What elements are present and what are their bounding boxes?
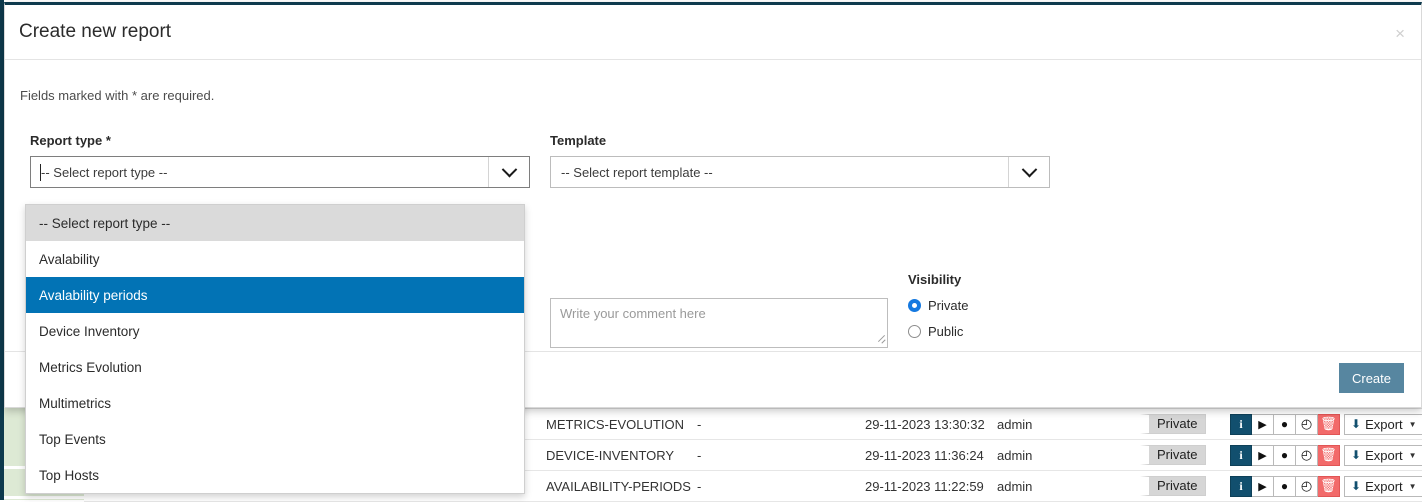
report-template-cell: -: [697, 447, 702, 463]
delete-icon-button[interactable]: 🗑: [1318, 413, 1340, 435]
report-user-cell: admin: [997, 447, 1033, 463]
schedule-icon-button[interactable]: ◴: [1296, 444, 1318, 466]
run-icon-button[interactable]: ▶: [1252, 444, 1274, 466]
dropdown-option-avalability-periods[interactable]: Avalability periods: [26, 277, 524, 313]
info-icon-button[interactable]: i: [1230, 444, 1252, 466]
dropdown-option-top-events[interactable]: Top Events: [26, 421, 524, 457]
report-type-dropdown-list: -- Select report type -- Avalability Ava…: [25, 204, 525, 494]
template-select[interactable]: -- Select report template --: [550, 156, 1050, 188]
required-fields-note: Fields marked with * are required.: [20, 88, 215, 103]
visibility-badge-label: Private: [1140, 414, 1207, 434]
visibility-badge: Private: [1140, 414, 1207, 434]
close-icon[interactable]: ×: [1395, 25, 1405, 42]
export-label: Export: [1365, 447, 1403, 463]
report-type-cell: AVAILABILITY-PERIODS: [546, 478, 691, 494]
row-actions: i ▶ ● ◴ 🗑 ⬇ Export ▼: [1230, 444, 1422, 466]
row-actions: i ▶ ● ◴ 🗑 ⬇ Export ▼: [1230, 413, 1422, 435]
report-date-cell: 29-11-2023 11:22:59: [865, 478, 984, 494]
dropdown-option-placeholder[interactable]: -- Select report type --: [26, 205, 524, 241]
run-icon-button[interactable]: ▶: [1252, 475, 1274, 497]
report-type-value: -- Select report type --: [41, 164, 168, 180]
schedule-icon-button[interactable]: ◴: [1296, 413, 1318, 435]
export-button[interactable]: ⬇ Export ▼: [1344, 444, 1422, 466]
download-icon: ⬇: [1351, 479, 1362, 493]
dropdown-option-device-inventory[interactable]: Device Inventory: [26, 313, 524, 349]
action-button-group: i ▶ ● ◴ 🗑: [1230, 475, 1340, 497]
dropdown-option-multimetrics[interactable]: Multimetrics: [26, 385, 524, 421]
export-label: Export: [1365, 416, 1403, 432]
download-icon: ⬇: [1351, 448, 1362, 462]
schedule-icon-button[interactable]: ◴: [1296, 475, 1318, 497]
template-label: Template: [550, 133, 607, 148]
visibility-option-label: Private: [928, 298, 969, 313]
visibility-badge-label: Private: [1140, 476, 1207, 496]
visibility-field: Visibility Private Public: [908, 272, 968, 339]
visibility-option-label: Public: [928, 324, 964, 339]
report-template-cell: -: [697, 416, 702, 432]
report-type-field: Report type * -- Select report type --: [30, 133, 530, 188]
report-type-cell: DEVICE-INVENTORY: [546, 447, 675, 463]
comment-icon-button[interactable]: ●: [1274, 475, 1296, 497]
visibility-radio-public[interactable]: Public: [908, 324, 968, 339]
download-icon: ⬇: [1351, 417, 1362, 431]
report-date-cell: 29-11-2023 13:30:32: [865, 416, 985, 432]
chevron-down-icon[interactable]: [1008, 157, 1049, 187]
dropdown-option-top-hosts[interactable]: Top Hosts: [26, 457, 524, 493]
action-button-group: i ▶ ● ◴ 🗑: [1230, 413, 1340, 435]
row-actions: i ▶ ● ◴ 🗑 ⬇ Export ▼: [1230, 475, 1422, 497]
report-user-cell: admin: [997, 416, 1033, 432]
visibility-badge-label: Private: [1140, 445, 1207, 465]
radio-icon-checked[interactable]: [908, 299, 921, 312]
report-user-cell: admin: [997, 478, 1033, 494]
delete-icon-button[interactable]: 🗑: [1318, 444, 1340, 466]
comment-icon-button[interactable]: ●: [1274, 444, 1296, 466]
chevron-down-icon: ▼: [1408, 450, 1417, 460]
chevron-down-icon[interactable]: [488, 157, 529, 187]
dropdown-option-avalability[interactable]: Avalability: [26, 241, 524, 277]
modal-header: Create new report ×: [5, 5, 1421, 60]
visibility-badge: Private: [1140, 445, 1207, 465]
report-date-cell: 29-11-2023 11:36:24: [865, 447, 984, 463]
visibility-badge: Private: [1140, 476, 1207, 496]
chevron-down-icon: ▼: [1408, 419, 1417, 429]
report-template-cell: -: [697, 478, 702, 494]
dropdown-option-metrics-evolution[interactable]: Metrics Evolution: [26, 349, 524, 385]
info-icon-button[interactable]: i: [1230, 475, 1252, 497]
chevron-down-icon: ▼: [1408, 481, 1417, 491]
action-button-group: i ▶ ● ◴ 🗑: [1230, 444, 1340, 466]
create-button[interactable]: Create: [1339, 363, 1404, 393]
comment-input[interactable]: [550, 298, 888, 348]
export-label: Export: [1365, 478, 1403, 494]
export-button[interactable]: ⬇ Export ▼: [1344, 475, 1422, 497]
radio-icon-unchecked[interactable]: [908, 325, 921, 338]
visibility-label: Visibility: [908, 272, 962, 287]
export-button[interactable]: ⬇ Export ▼: [1344, 413, 1422, 435]
template-field: Template -- Select report template --: [550, 133, 1050, 188]
page-title: Create new report: [19, 21, 172, 42]
comment-icon-button[interactable]: ●: [1274, 413, 1296, 435]
report-type-select[interactable]: -- Select report type --: [30, 156, 530, 188]
info-icon-button[interactable]: i: [1230, 413, 1252, 435]
text-cursor: [40, 164, 41, 181]
visibility-radio-private[interactable]: Private: [908, 298, 968, 313]
run-icon-button[interactable]: ▶: [1252, 413, 1274, 435]
template-value: -- Select report template --: [561, 164, 713, 180]
report-type-label: Report type *: [30, 133, 111, 148]
delete-icon-button[interactable]: 🗑: [1318, 475, 1340, 497]
report-type-cell: METRICS-EVOLUTION: [546, 416, 684, 432]
